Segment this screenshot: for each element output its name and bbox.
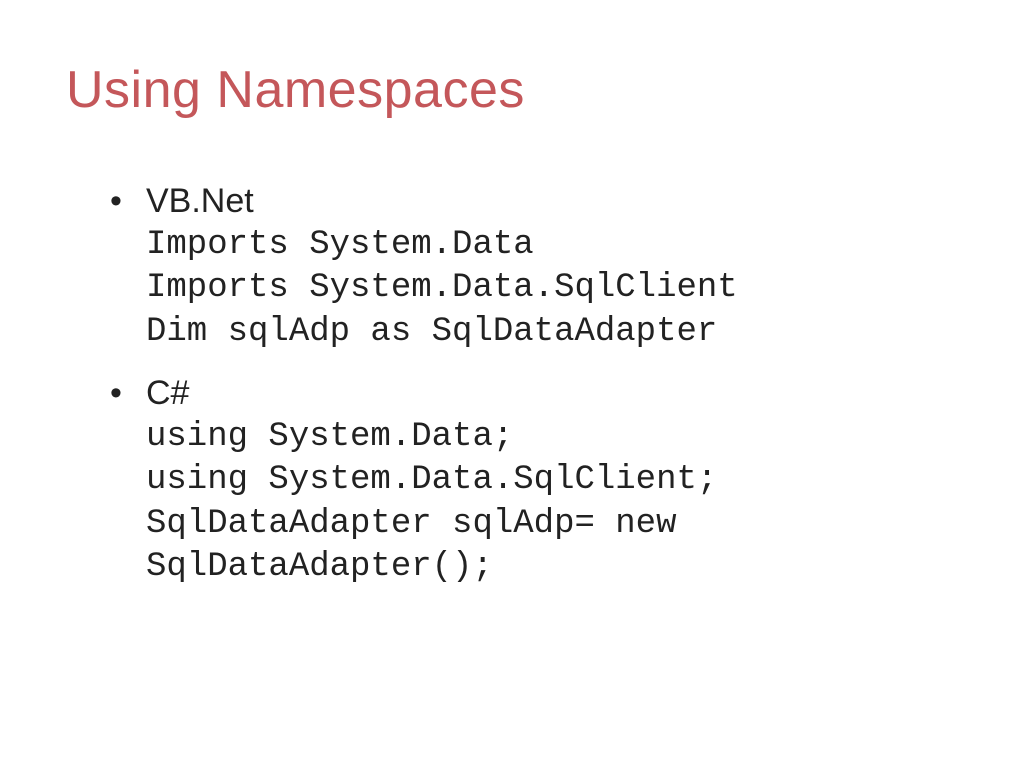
bullet-label: C# bbox=[146, 374, 189, 412]
slide: Using Namespaces VB.Net Imports System.D… bbox=[0, 0, 1024, 768]
list-item: C# using System.Data; using System.Data.… bbox=[110, 372, 964, 590]
code-block: using System.Data; using System.Data.Sql… bbox=[146, 416, 964, 590]
code-block: Imports System.Data Imports System.Data.… bbox=[146, 224, 964, 355]
list-item: VB.Net Imports System.Data Imports Syste… bbox=[110, 180, 964, 354]
slide-title: Using Namespaces bbox=[66, 60, 964, 120]
bullet-label: VB.Net bbox=[146, 182, 254, 220]
bullet-list: VB.Net Imports System.Data Imports Syste… bbox=[110, 180, 964, 590]
